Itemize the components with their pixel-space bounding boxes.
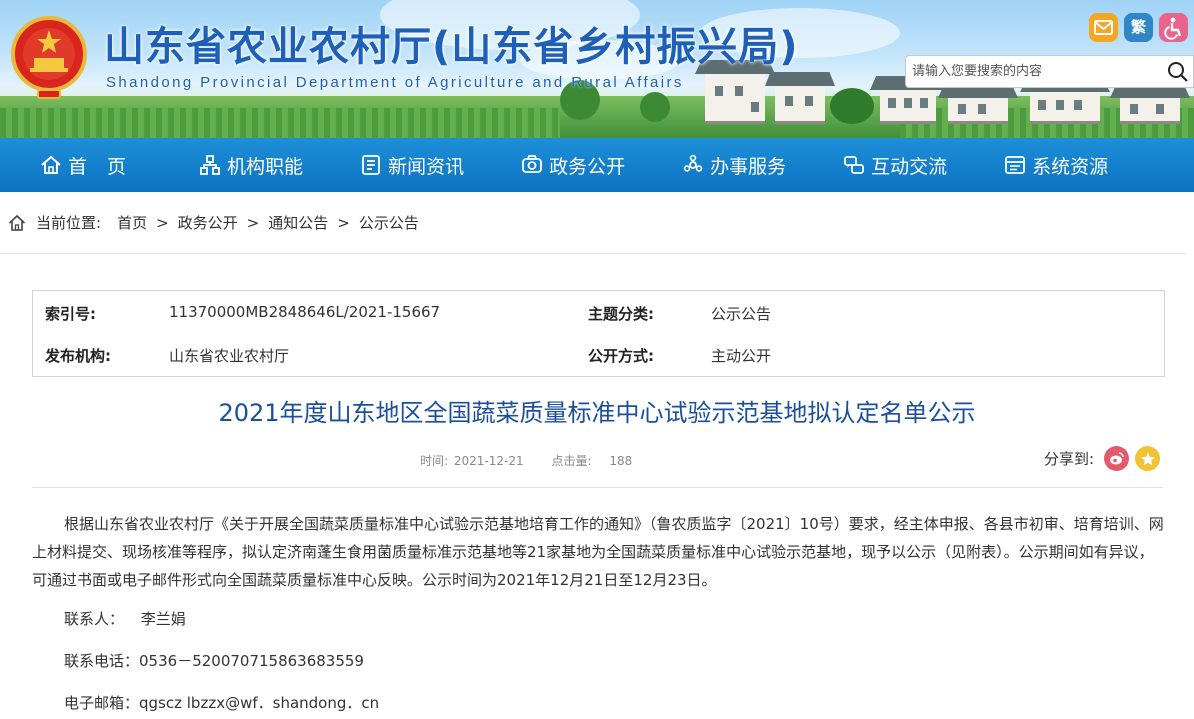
phone-value: 0536－520070715863683559 xyxy=(139,652,364,670)
breadcrumb-separator: > xyxy=(246,213,260,232)
nav-label: 系统资源 xyxy=(1032,155,1109,178)
search-icon[interactable] xyxy=(1167,61,1189,83)
contact-value: 李兰娟 xyxy=(140,610,186,628)
clicks-label: 点击量: xyxy=(551,454,592,468)
nav-item-interaction[interactable]: 互动交流 xyxy=(843,138,947,192)
email-value[interactable]: qgscz lbzzx@wf．shandong．cn xyxy=(139,694,379,712)
article-info: 时间: 2021-12-21 点击量: 188 xyxy=(420,452,632,469)
nav-label: 新闻资讯 xyxy=(388,155,465,178)
news-icon xyxy=(362,155,380,175)
clicks-value: 188 xyxy=(609,454,633,468)
phone-label: 联系电话： xyxy=(64,652,140,670)
nav-item-home[interactable]: 首 页 xyxy=(40,138,133,192)
site-subtitle: Shandong Provincial Department of Agricu… xyxy=(106,74,684,91)
resource-icon xyxy=(1005,156,1026,174)
breadcrumb: 当前位置: 首页 > 政务公开 > 通知公告 > 公示公告 xyxy=(0,192,1186,254)
breadcrumb-link-announcements[interactable]: 公示公告 xyxy=(359,212,419,233)
email-label: 电子邮箱： xyxy=(64,694,140,712)
search-box xyxy=(905,55,1194,88)
nav-label: 办事服务 xyxy=(710,155,787,178)
contact-label: 联系人： xyxy=(64,610,125,628)
breadcrumb-link-gov-affairs[interactable]: 政务公开 xyxy=(178,212,238,233)
main-nav: 首 页 机构职能 新闻资讯 政务公开 办事服务 互动交流 系统资源 xyxy=(0,138,1194,192)
share-label: 分享到: xyxy=(1044,450,1095,468)
publisher-value: 山东省农业农村厅 xyxy=(169,347,290,365)
gov-icon xyxy=(522,155,542,173)
accessibility-icon[interactable] xyxy=(1159,13,1188,42)
house-decoration xyxy=(938,84,1018,124)
home-icon xyxy=(41,155,61,174)
house-decoration xyxy=(1110,84,1190,124)
tree-decoration xyxy=(830,88,874,124)
header-banner: 山东省农业农村厅(山东省乡村振兴局) Shandong Provincial D… xyxy=(0,0,1194,138)
house-decoration xyxy=(1020,78,1110,124)
article-body: 根据山东省农业农村厅《关于开展全国蔬菜质量标准中心试验示范基地培育工作的通知》（… xyxy=(32,510,1164,712)
method-label: 公开方式: xyxy=(588,347,654,365)
topic-label: 主题分类: xyxy=(588,305,654,323)
nav-item-resources[interactable]: 系统资源 xyxy=(1004,138,1108,192)
field-decoration xyxy=(0,108,560,138)
nav-item-services[interactable]: 办事服务 xyxy=(682,138,786,192)
nav-label: 机构职能 xyxy=(227,155,304,178)
interaction-icon xyxy=(844,156,865,174)
service-icon xyxy=(683,154,703,172)
time-label: 时间: xyxy=(420,454,449,468)
home-icon xyxy=(8,214,26,231)
breadcrumb-link-notices[interactable]: 通知公告 xyxy=(268,212,328,233)
topic-value: 公示公告 xyxy=(711,305,772,323)
time-value: 2021-12-21 xyxy=(453,454,524,468)
national-emblem-icon xyxy=(11,16,87,99)
index-label: 索引号: xyxy=(45,305,96,323)
nav-item-gov-affairs[interactable]: 政务公开 xyxy=(521,138,625,192)
breadcrumb-prefix: 当前位置: xyxy=(36,214,102,232)
site-title: 山东省农业农村厅(山东省乡村振兴局) xyxy=(104,24,799,70)
nav-label: 互动交流 xyxy=(871,155,948,178)
article-paragraph: 根据山东省农业农村厅《关于开展全国蔬菜质量标准中心试验示范基地培育工作的通知》（… xyxy=(32,515,1164,589)
article-title: 2021年度山东地区全国蔬菜质量标准中心试验示范基地拟认定名单公示 xyxy=(218,399,976,427)
tree-decoration xyxy=(640,92,670,122)
publisher-label: 发布机构: xyxy=(45,347,111,365)
share-bar: 分享到: xyxy=(1044,446,1161,471)
search-input[interactable] xyxy=(906,56,1156,87)
method-value: 主动公开 xyxy=(711,347,772,365)
document-meta-box: 索引号: 11370000MB2848646L/2021-15667 主题分类:… xyxy=(32,290,1165,377)
breadcrumb-separator: > xyxy=(337,213,350,232)
traditional-chinese-button[interactable]: 繁 xyxy=(1124,13,1153,42)
favorite-star-icon[interactable] xyxy=(1135,446,1161,471)
divider xyxy=(32,487,1163,488)
index-value: 11370000MB2848646L/2021-15667 xyxy=(169,303,441,321)
contact-line: 联系人： 李兰娟 xyxy=(64,608,186,629)
house-decoration xyxy=(870,76,946,124)
email-line: 电子邮箱：qgscz lbzzx@wf．shandong．cn xyxy=(64,692,379,713)
mail-icon[interactable] xyxy=(1089,13,1118,42)
phone-line: 联系电话：0536－520070715863683559 xyxy=(64,650,364,671)
nav-item-organization[interactable]: 机构职能 xyxy=(199,138,303,192)
breadcrumb-separator: > xyxy=(156,213,169,232)
breadcrumb-link-home[interactable]: 首页 xyxy=(117,212,147,233)
nav-label: 政务公开 xyxy=(549,155,626,178)
nav-item-news[interactable]: 新闻资讯 xyxy=(360,138,464,192)
org-icon xyxy=(200,155,220,175)
house-decoration xyxy=(765,72,835,124)
weibo-share-icon[interactable] xyxy=(1104,446,1130,471)
nav-label: 首 页 xyxy=(68,155,134,178)
top-toolbar: 繁 xyxy=(1089,13,1188,42)
house-decoration xyxy=(695,60,775,124)
